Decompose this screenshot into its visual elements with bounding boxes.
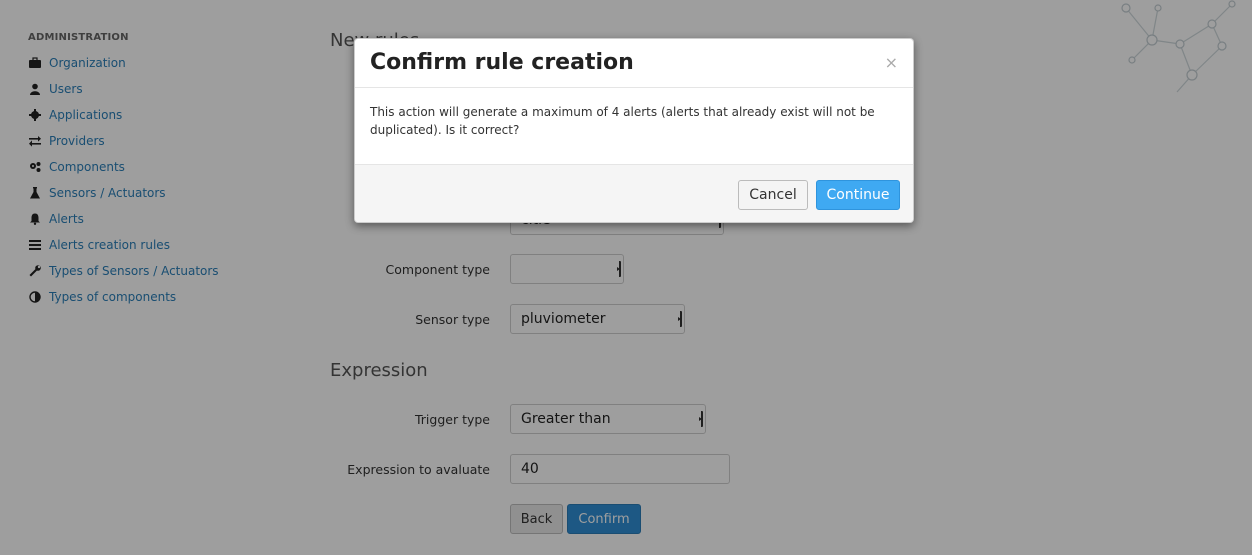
dialog-message: This action will generate a maximum of 4… [370,105,875,137]
cancel-button[interactable]: Cancel [738,180,808,210]
continue-button[interactable]: Continue [816,180,900,210]
confirm-rule-dialog: Confirm rule creation × This action will… [354,38,914,223]
dialog-header: Confirm rule creation × [355,39,913,88]
dialog-footer: Cancel Continue [355,164,913,222]
close-icon[interactable]: × [885,53,898,72]
dialog-body: This action will generate a maximum of 4… [355,88,913,164]
dialog-title: Confirm rule creation [370,50,634,75]
